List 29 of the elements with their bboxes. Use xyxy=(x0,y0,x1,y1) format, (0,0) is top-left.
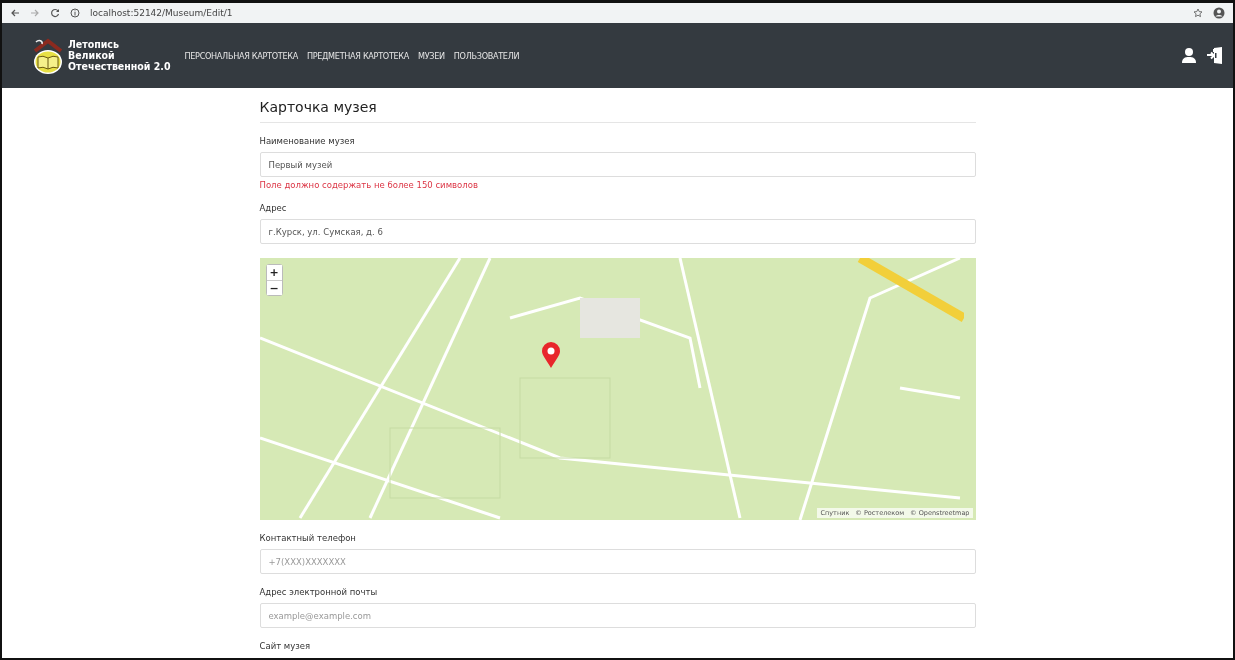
brand-title-line[interactable]: Великой xyxy=(68,50,171,61)
account-icon[interactable] xyxy=(1213,7,1225,19)
field-label: Наименование музея xyxy=(259,136,356,146)
text-field[interactable]: Первый музей xyxy=(259,152,976,177)
brand-title-line[interactable]: Летопись xyxy=(68,39,171,50)
page-title: Карточка музея xyxy=(259,96,976,123)
user-icon[interactable] xyxy=(1181,47,1197,63)
field-label: Адрес xyxy=(259,203,288,213)
zoom-out-button[interactable]: − xyxy=(266,280,282,295)
field-label: Сайт музея xyxy=(259,641,312,651)
text-field[interactable]: example@example.com xyxy=(259,603,976,628)
field-label: Контактный телефон xyxy=(259,533,357,543)
map-marker-icon[interactable] xyxy=(541,342,560,368)
brand-title-line[interactable]: Отечественной 2.0 xyxy=(68,61,171,72)
sign-in-icon[interactable] xyxy=(1207,47,1223,64)
nav-link[interactable]: ПЕРСОНАЛЬНАЯ КАРТОТЕКА xyxy=(184,50,298,61)
nav-link[interactable]: МУЗЕИ xyxy=(418,50,445,61)
url-text[interactable]: localhost:52142/Museum/Edit/1 xyxy=(90,8,233,18)
info-icon[interactable] xyxy=(70,8,80,18)
validation-error: Поле должно содержать не более 150 символов xyxy=(259,180,479,190)
book-house-logo-icon[interactable] xyxy=(32,36,64,75)
back-icon[interactable] xyxy=(10,8,20,18)
text-field[interactable]: +7(XXX)XXXXXXX xyxy=(259,549,976,574)
text-field[interactable]: г.Курск, ул. Сумская, д. 6 xyxy=(259,219,976,244)
star-icon[interactable] xyxy=(1193,8,1203,18)
nav-link[interactable]: ПРЕДМЕТНАЯ КАРТОТЕКА xyxy=(306,50,410,61)
reload-icon[interactable] xyxy=(50,8,60,18)
nav-link[interactable]: ПОЛЬЗОВАТЕЛИ xyxy=(453,50,520,61)
field-label: Адрес электронной почты xyxy=(259,587,379,597)
